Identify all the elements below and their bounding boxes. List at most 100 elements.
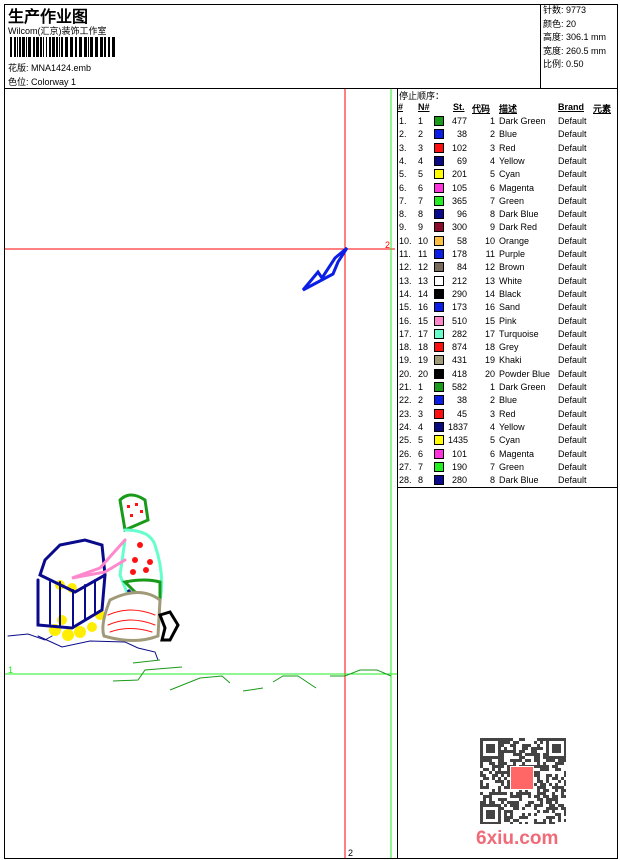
color-row: 16. 15 510 15 Pink Default (398, 315, 618, 328)
row-index: 21. (399, 382, 412, 392)
color-row: 18. 18 874 18 Grey Default (398, 341, 618, 354)
brand: Default (558, 249, 587, 259)
color-swatch (434, 235, 444, 246)
needle-number: 4 (418, 155, 424, 166)
color-description: Cyan (499, 435, 521, 446)
needle-number: 5 (418, 435, 424, 446)
color-code: 12 (484, 262, 495, 273)
color-swatch (434, 195, 444, 206)
stitch-count: 38 (456, 129, 467, 140)
row-index: 24. (399, 421, 412, 432)
brand: Default (558, 328, 587, 339)
color-description: Yellow (499, 421, 525, 432)
color-code: 3 (489, 142, 495, 153)
row-index: 12. (399, 262, 412, 273)
row-index: 7. (399, 195, 407, 206)
col-element: 元素 (593, 104, 612, 114)
row-index: 26. (399, 448, 412, 459)
row-index: 2. (399, 129, 407, 140)
brand: Default (558, 382, 587, 392)
brand: Default (558, 142, 587, 153)
color-description: Red (499, 142, 516, 153)
row-index: 25. (399, 435, 412, 446)
color-row: 17. 17 282 17 Turquoise Default (398, 328, 618, 341)
color-code: 13 (484, 275, 495, 286)
row-index: 14. (399, 288, 412, 299)
color-description: Magenta (499, 182, 535, 193)
color-row: 9. 9 300 9 Dark Red Default (398, 221, 618, 234)
brand: Default (558, 288, 587, 299)
color-swatch (434, 382, 444, 392)
row-index: 15. (399, 302, 412, 313)
color-description: Dark Blue (499, 209, 539, 220)
color-description: Green (499, 461, 525, 472)
color-description: Sand (499, 302, 521, 313)
color-code: 5 (489, 435, 495, 446)
color-row: 20. 20 418 20 Powder Blue Default (398, 368, 618, 381)
needle-number: 17 (418, 328, 429, 339)
brand: Default (558, 368, 587, 379)
color-description: Yellow (499, 155, 525, 166)
color-swatch (434, 448, 444, 459)
color-code: 4 (489, 421, 495, 432)
color-row: 21. 1 582 1 Dark Green Default (398, 381, 618, 394)
color-row: 19. 19 431 19 Khaki Default (398, 354, 618, 367)
color-description: Blue (499, 129, 518, 140)
color-swatch (434, 222, 444, 233)
color-description: Dark Blue (499, 475, 539, 486)
color-row: 12. 12 84 12 Brown Default (398, 261, 618, 274)
color-swatch (434, 129, 444, 140)
brand: Default (558, 435, 587, 446)
row-index: 6. (399, 182, 407, 193)
design-height: 高度: 306.1 mm (543, 32, 607, 42)
color-swatch (434, 461, 444, 472)
color-code: 5 (489, 169, 495, 180)
color-description: Orange (499, 235, 530, 246)
color-description: Dark Green (499, 116, 546, 126)
needle-number: 3 (418, 408, 424, 419)
color-description: Cyan (499, 169, 521, 180)
color-swatch (434, 262, 444, 273)
row-index: 27. (399, 461, 412, 472)
color-swatch (434, 116, 444, 126)
color-code: 17 (484, 328, 495, 339)
color-code: 2 (489, 395, 495, 406)
needle-number: 2 (418, 395, 424, 406)
brand: Default (558, 262, 587, 273)
color-swatch (434, 355, 444, 366)
needle-number: 1 (418, 382, 424, 392)
brand: Default (558, 169, 587, 180)
color-swatch (434, 302, 444, 313)
stitch-count: 45 (456, 408, 467, 419)
stitch-count: 212 (451, 275, 467, 286)
brand: Default (558, 302, 587, 313)
stitch-count: 365 (451, 195, 467, 206)
color-row: 1. 1 477 1 Dark Green Default (398, 115, 618, 128)
color-description: Dark Red (499, 222, 538, 233)
brand: Default (558, 475, 587, 486)
color-row: 7. 7 365 7 Green Default (398, 195, 618, 208)
green-guide-label: 1 (8, 665, 14, 675)
brand: Default (558, 315, 587, 326)
needle-number: 13 (418, 275, 429, 286)
stitch-count: 290 (451, 288, 467, 299)
red-guide-bottom-label: 2 (348, 848, 354, 858)
color-description: Pink (499, 315, 517, 326)
color-swatch (434, 288, 444, 299)
stitch-count: 874 (451, 342, 467, 353)
needle-number: 10 (418, 235, 429, 246)
seal-logo (510, 766, 534, 790)
stitch-count: 477 (451, 116, 467, 126)
row-index: 10. (399, 235, 412, 246)
color-swatch (434, 169, 444, 180)
color-swatch (434, 408, 444, 419)
color-swatch (434, 142, 444, 153)
stitch-count: 201 (451, 169, 467, 180)
color-swatch (434, 249, 444, 259)
scale: 比例: 0.50 (543, 59, 584, 69)
needle-number: 3 (418, 142, 424, 153)
row-index: 17. (399, 328, 412, 339)
col-needle: N# (418, 102, 430, 112)
color-description: Dark Green (499, 382, 546, 392)
color-code: 19 (484, 355, 495, 366)
